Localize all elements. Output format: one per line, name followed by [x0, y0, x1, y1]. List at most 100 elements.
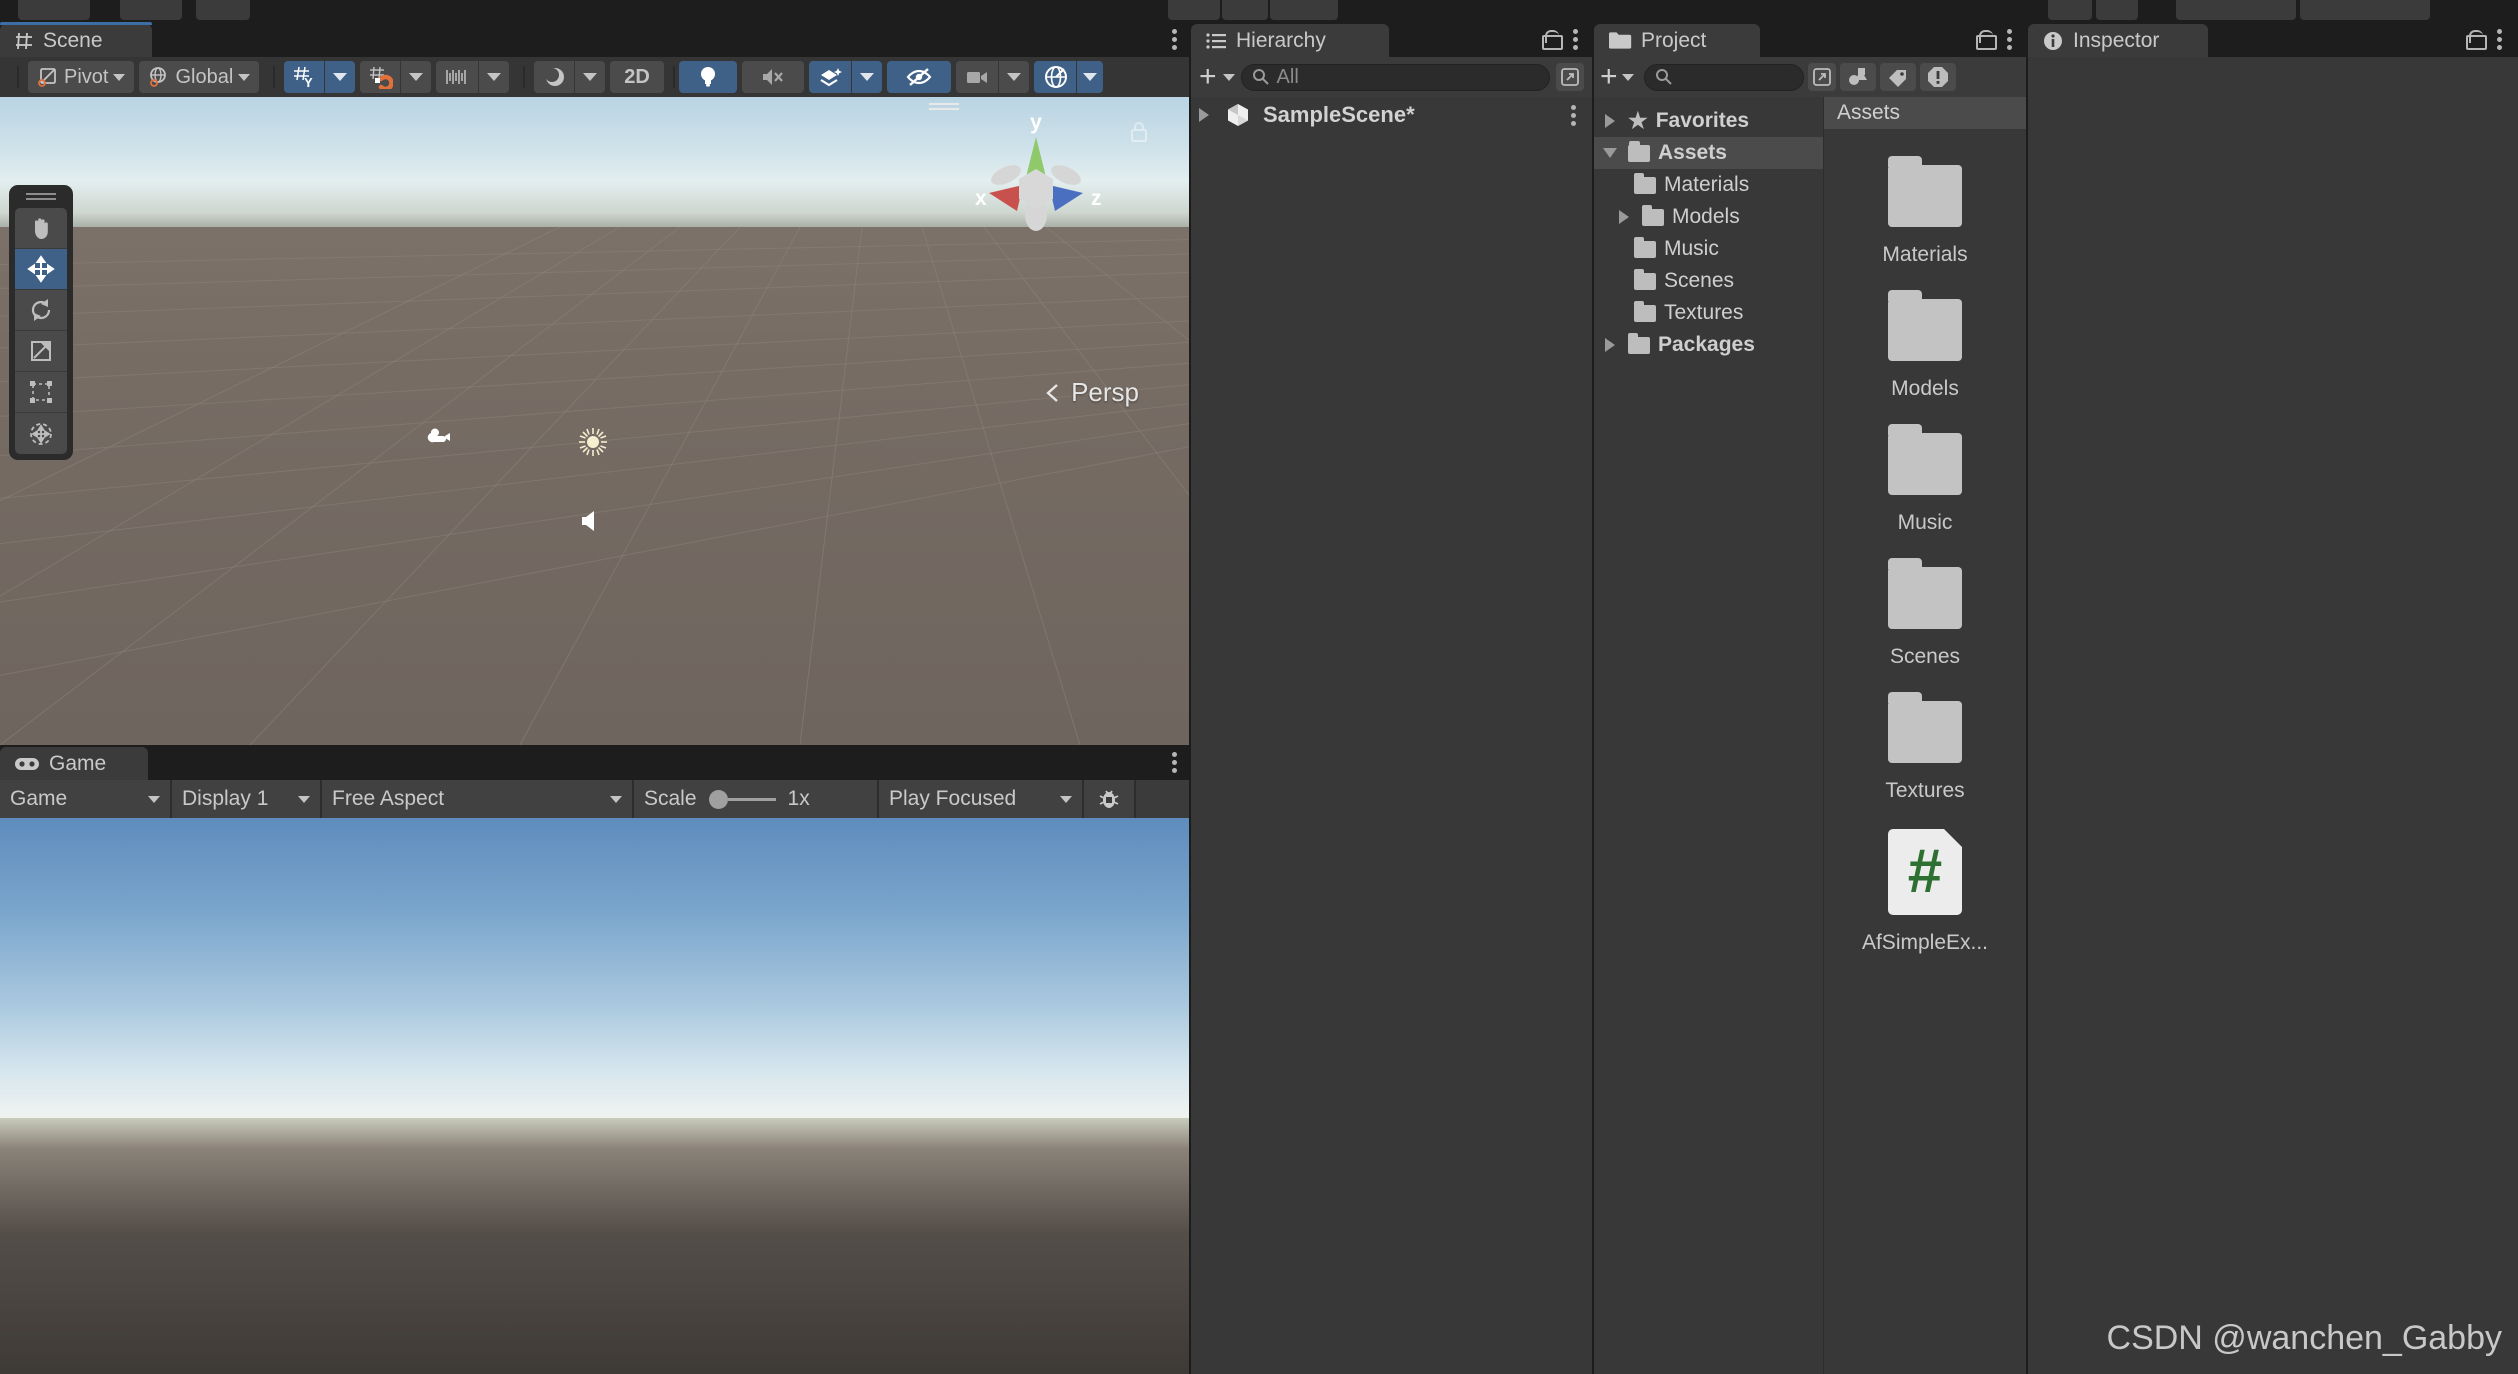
- hierarchy-kebab-icon[interactable]: [1573, 29, 1578, 50]
- tree-row-music[interactable]: Music: [1594, 233, 1823, 265]
- game-scale-slider[interactable]: Scale 1x: [634, 780, 879, 818]
- toolbar-layers-dropdown[interactable]: [2176, 0, 2296, 20]
- project-filter-by-label-button[interactable]: [1880, 63, 1916, 91]
- scale-tool[interactable]: [15, 331, 67, 372]
- hierarchy-row-samplescene[interactable]: SampleScene*: [1191, 97, 1592, 133]
- camera-preview-dropdown[interactable]: [999, 61, 1029, 93]
- transform-tool[interactable]: [15, 413, 67, 454]
- asset-item-afsimpleex[interactable]: # AfSimpleEx...: [1824, 829, 2026, 955]
- tab-scene[interactable]: Scene: [0, 24, 152, 57]
- scene-fx-dropdown[interactable]: [852, 61, 882, 93]
- project-asset-grid[interactable]: Assets Materials Models Music Scenes: [1823, 97, 2026, 1374]
- asset-item-music[interactable]: Music: [1824, 433, 2026, 535]
- game-playmode-dropdown[interactable]: Play Focused: [879, 780, 1084, 818]
- game-aspect-dropdown[interactable]: Free Aspect: [322, 780, 634, 818]
- toolbar-button-2[interactable]: [120, 0, 182, 20]
- playmode-play-button[interactable]: [1168, 0, 1220, 20]
- lock-icon[interactable]: [1542, 30, 1559, 50]
- toolbar-account-button[interactable]: [2096, 0, 2138, 20]
- grid-visibility-dropdown[interactable]: [325, 61, 355, 93]
- tree-row-assets[interactable]: Assets: [1594, 137, 1823, 169]
- tree-row-favorites[interactable]: ★ Favorites: [1594, 105, 1823, 137]
- toolbar-layout-dropdown[interactable]: [2300, 0, 2430, 20]
- tree-row-models[interactable]: Models: [1594, 201, 1823, 233]
- scene-tab-options[interactable]: [1172, 29, 1177, 50]
- hierarchy-row-kebab-icon[interactable]: [1571, 105, 1576, 126]
- scene-viewport[interactable]: y x z Persp: [0, 97, 1189, 745]
- pivot-mode-dropdown[interactable]: Pivot: [28, 61, 134, 93]
- collapse-triangle-icon[interactable]: [1603, 148, 1617, 158]
- lock-icon[interactable]: [1976, 30, 1993, 50]
- handle-space-dropdown[interactable]: Global: [139, 61, 259, 93]
- scene-audio-toggle[interactable]: [742, 61, 804, 93]
- scene-lighting-toggle[interactable]: [679, 61, 737, 93]
- chevron-down-icon[interactable]: [1223, 74, 1235, 81]
- project-kebab-icon[interactable]: [2007, 29, 2012, 50]
- inspector-kebab-icon[interactable]: [2497, 29, 2502, 50]
- project-search-input[interactable]: [1644, 64, 1804, 91]
- hierarchy-search-input[interactable]: All: [1241, 64, 1550, 91]
- gizmos-toggle[interactable]: [1034, 61, 1076, 93]
- game-viewport[interactable]: [0, 818, 1189, 1374]
- sun-gizmo-icon[interactable]: [578, 427, 608, 457]
- asset-item-textures[interactable]: Textures: [1824, 701, 2026, 803]
- tree-row-materials[interactable]: Materials: [1594, 169, 1823, 201]
- drag-handle[interactable]: [26, 193, 56, 202]
- expand-triangle-icon[interactable]: [1199, 108, 1209, 122]
- perspective-mode-label[interactable]: Persp: [1043, 377, 1139, 408]
- project-filter-by-warning-button[interactable]: [1920, 63, 1956, 91]
- scene-view-gizmo[interactable]: y x z: [961, 107, 1111, 247]
- snap-increment-toggle[interactable]: [436, 61, 478, 93]
- speaker-gizmo-icon[interactable]: [578, 508, 600, 534]
- gizmo-drag-handle[interactable]: [929, 103, 959, 110]
- tree-row-scenes[interactable]: Scenes: [1594, 265, 1823, 297]
- game-kebab-icon[interactable]: [1172, 752, 1177, 773]
- rotate-tool[interactable]: [15, 290, 67, 331]
- scene-fx-toggle[interactable]: [809, 61, 851, 93]
- toolbar-button-1[interactable]: [18, 0, 90, 20]
- hidden-objects-toggle[interactable]: [887, 61, 951, 93]
- grid-snapping-dropdown[interactable]: [401, 61, 431, 93]
- project-open-in-window-button[interactable]: [1808, 63, 1836, 91]
- tree-row-packages[interactable]: Packages: [1594, 329, 1823, 361]
- tab-project[interactable]: Project: [1594, 24, 1760, 57]
- tree-row-textures[interactable]: Textures: [1594, 297, 1823, 329]
- rect-tool[interactable]: [15, 372, 67, 413]
- snap-increment-dropdown[interactable]: [479, 61, 509, 93]
- expand-triangle-icon[interactable]: [1619, 210, 1629, 224]
- toolbar-cloud-button[interactable]: [2048, 0, 2092, 20]
- scene-camera-dropdown[interactable]: [575, 61, 605, 93]
- scene-kebab-icon[interactable]: [1172, 29, 1177, 50]
- hierarchy-open-in-window-button[interactable]: [1556, 63, 1584, 91]
- tab-inspector[interactable]: Inspector: [2028, 24, 2208, 57]
- gizmos-dropdown[interactable]: [1077, 61, 1103, 93]
- asset-item-models[interactable]: Models: [1824, 299, 2026, 401]
- project-add-button[interactable]: +: [1600, 64, 1618, 90]
- game-display-dropdown[interactable]: Display 1: [172, 780, 322, 818]
- scale-slider-track[interactable]: [709, 790, 776, 809]
- hand-tool[interactable]: [15, 208, 67, 249]
- expand-triangle-icon[interactable]: [1605, 338, 1615, 352]
- playmode-step-button[interactable]: [1270, 0, 1338, 20]
- chevron-down-icon[interactable]: [1622, 74, 1634, 81]
- camera-gizmo-icon[interactable]: [427, 426, 453, 446]
- asset-item-scenes[interactable]: Scenes: [1824, 567, 2026, 669]
- move-tool[interactable]: [15, 249, 67, 290]
- expand-triangle-icon[interactable]: [1605, 114, 1615, 128]
- scale-slider-handle[interactable]: [709, 790, 728, 809]
- scene-lock-icon[interactable]: [1129, 121, 1149, 143]
- tab-game[interactable]: Game: [0, 747, 148, 780]
- asset-item-materials[interactable]: Materials: [1824, 165, 2026, 267]
- toggle-2d-button[interactable]: 2D: [610, 61, 664, 93]
- lock-icon[interactable]: [2466, 30, 2483, 50]
- camera-preview-toggle[interactable]: [956, 61, 998, 93]
- game-stats-button[interactable]: [1084, 780, 1136, 818]
- grid-visibility-toggle[interactable]: Y: [284, 61, 324, 93]
- hierarchy-add-button[interactable]: +: [1199, 64, 1217, 90]
- tab-hierarchy[interactable]: Hierarchy: [1191, 24, 1389, 57]
- toolbar-button-3[interactable]: [196, 0, 250, 20]
- scene-camera-toggle[interactable]: [534, 61, 574, 93]
- game-view-mode-dropdown[interactable]: Game: [0, 780, 172, 818]
- playmode-pause-button[interactable]: [1222, 0, 1268, 20]
- project-filter-by-type-button[interactable]: [1840, 63, 1876, 91]
